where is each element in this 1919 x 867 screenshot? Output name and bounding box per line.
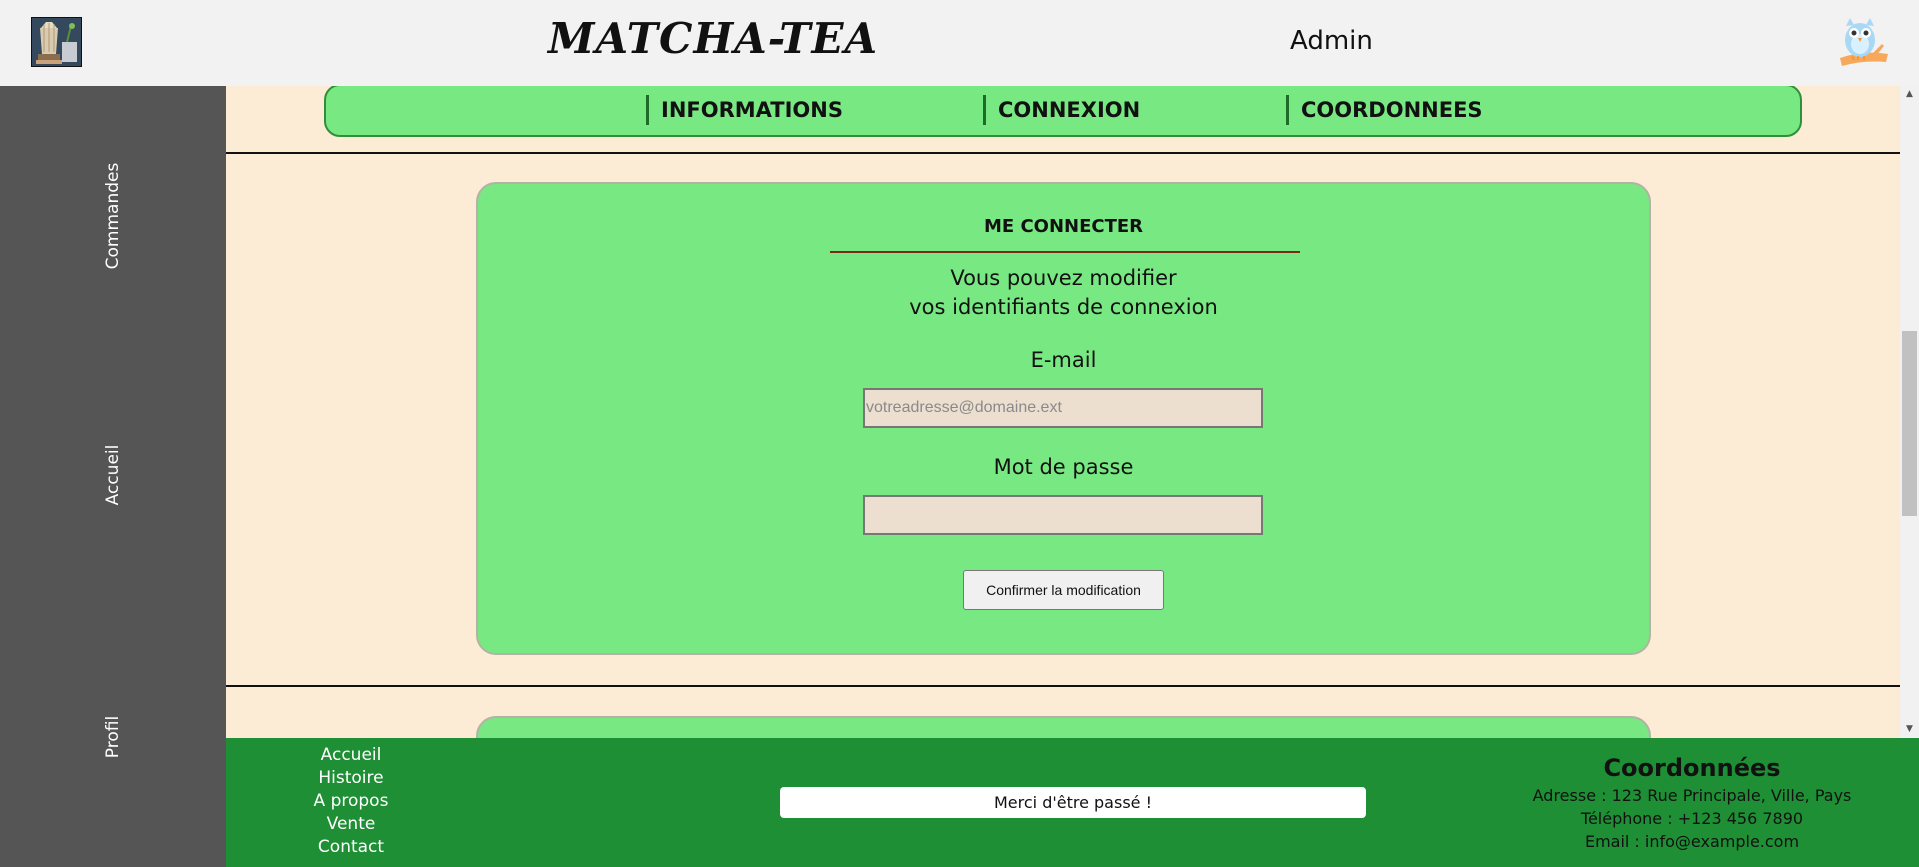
tab-connexion[interactable]: CONNEXION <box>983 95 1140 125</box>
sidebar-item-commandes[interactable]: Commandes <box>103 163 123 270</box>
thanks-banner: Merci d'être passé ! <box>780 787 1366 818</box>
sidebar: Commandes Accueil Profil <box>0 86 226 867</box>
footer-nav: Accueil Histoire A propos Vente Contact <box>296 744 406 859</box>
user-name: Admin <box>1290 26 1373 56</box>
matcha-whisk-logo-icon[interactable] <box>31 17 82 67</box>
description-line-1: Vous pouvez modifier <box>950 266 1177 290</box>
owl-avatar-icon[interactable] <box>1836 14 1890 70</box>
header: MATCHA-TEA Admin <box>0 0 1919 86</box>
description-line-2: vos identifiants de connexion <box>909 295 1218 319</box>
footer-link-contact[interactable]: Contact <box>296 836 406 859</box>
contact-title: Coordonnées <box>1603 754 1781 782</box>
next-card <box>476 716 1651 738</box>
footer-link-vente[interactable]: Vente <box>296 813 406 836</box>
footer: Accueil Histoire A propos Vente Contact … <box>226 738 1919 867</box>
contact-block: Coordonnées Adresse : 123 Rue Principale… <box>1486 752 1898 853</box>
tab-informations[interactable]: INFORMATIONS <box>646 95 843 125</box>
scrollbar-thumb[interactable] <box>1902 331 1917 516</box>
tab-coordonnees[interactable]: COORDONNEES <box>1286 95 1483 125</box>
email-label: E-mail <box>1030 348 1097 372</box>
sidebar-item-accueil[interactable]: Accueil <box>103 445 123 506</box>
chevron-up-icon[interactable]: ▲ <box>1900 86 1919 103</box>
section-divider <box>226 152 1900 154</box>
card-title: ME CONNECTER <box>983 216 1144 237</box>
section-divider <box>226 685 1900 687</box>
footer-link-accueil[interactable]: Accueil <box>296 744 406 767</box>
login-card: ME CONNECTER Vous pouvez modifier vos id… <box>476 182 1651 655</box>
footer-link-a-propos[interactable]: A propos <box>296 790 406 813</box>
profile-tabs: INFORMATIONS CONNEXION COORDONNEES <box>324 86 1802 137</box>
confirm-button[interactable]: Confirmer la modification <box>963 570 1164 610</box>
chevron-down-icon[interactable]: ▼ <box>1900 721 1919 738</box>
email-field[interactable] <box>863 388 1263 428</box>
contact-email: Email : info@example.com <box>1584 832 1800 851</box>
sidebar-item-profil[interactable]: Profil <box>103 716 123 758</box>
password-label: Mot de passe <box>993 455 1134 479</box>
brand-title: MATCHA-TEA <box>548 14 879 63</box>
password-field[interactable] <box>863 495 1263 535</box>
contact-address: Adresse : 123 Rue Principale, Ville, Pay… <box>1532 786 1852 805</box>
footer-link-histoire[interactable]: Histoire <box>296 767 406 790</box>
scrollbar[interactable]: ▲ ▼ <box>1900 86 1919 738</box>
card-description: Vous pouvez modifier vos identifiants de… <box>478 264 1649 322</box>
contact-phone: Téléphone : +123 456 7890 <box>1580 809 1804 828</box>
main-content: INFORMATIONS CONNEXION COORDONNEES ME CO… <box>226 86 1900 738</box>
title-underline <box>830 251 1300 253</box>
